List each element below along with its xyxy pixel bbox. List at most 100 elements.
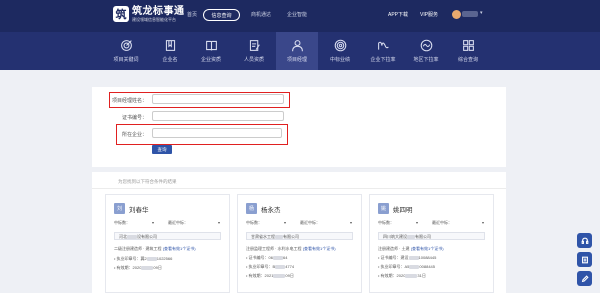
valid-row: • 有效期：2020 31日 [378, 273, 426, 278]
category-company-qualification[interactable]: 企业资质 [190, 32, 232, 70]
category-winning-bids[interactable]: 中标业绩 [319, 32, 361, 70]
nav-home[interactable]: 首页 [187, 11, 197, 18]
view-certs-link[interactable]: (查看有效1个证书) [163, 246, 196, 251]
m-wave-icon [377, 41, 389, 50]
chevron-down-icon[interactable]: ▾ [480, 10, 483, 16]
person-card[interactable]: 刘 刘春华 中标数： ▾ 最近中标： ▾ 河北 设有限公司 二级注册建造师 · 建… [105, 194, 230, 293]
nav-info-query[interactable]: 信息查询 [203, 9, 240, 21]
valid-row: • 有效期：2021 09日 [246, 273, 294, 278]
customer-service-button[interactable] [577, 233, 592, 248]
view-certs-link[interactable]: (查看有效1个证书) [303, 246, 336, 251]
redacted-text [146, 256, 157, 261]
company-box: 河北 设有限公司 [114, 232, 221, 240]
category-company-rate[interactable]: 企业下拉率 [362, 32, 404, 70]
document-pen-icon [249, 40, 260, 51]
redacted-text [408, 255, 419, 260]
cert-input[interactable] [152, 111, 284, 121]
category-region-rate[interactable]: 地区下拉率 [405, 32, 447, 70]
chevron-down-icon[interactable]: ▾ [284, 220, 286, 225]
redacted-text [273, 273, 286, 278]
redacted-text [405, 273, 418, 278]
company-box: 甘肃省水工程 有限公司 [246, 232, 353, 240]
category-company-name[interactable]: 企业名 [149, 32, 191, 70]
redacted-text [127, 234, 137, 239]
person-avatar: 姚 [378, 203, 389, 214]
company-input[interactable] [152, 128, 282, 138]
redacted-text [407, 234, 415, 239]
target-icon [120, 40, 132, 51]
grid-icon [462, 40, 474, 51]
query-button[interactable]: 查询 [152, 145, 172, 154]
person-name[interactable]: 姚四明 [393, 204, 413, 214]
top-navigation-bar: 筑 筑龙标事通 建设领域信息智能化平台 首页 信息查询 商机通达 企业智能 AP… [0, 0, 600, 32]
valid-row: • 有效期：2020 09日 [114, 265, 162, 270]
category-personnel-qualification[interactable]: 人员资质 [233, 32, 275, 70]
person-name[interactable]: 杨永杰 [261, 204, 281, 214]
redacted-text [409, 264, 420, 269]
nav-enterprise[interactable]: 企业智能 [287, 11, 307, 18]
wave-circle-icon [420, 39, 432, 52]
person-avatar: 杨 [246, 203, 257, 214]
category-label: 人员资质 [243, 57, 264, 63]
person-avatar: 刘 [114, 203, 125, 214]
redacted-text [275, 264, 286, 269]
person-card[interactable]: 杨 杨永杰 中标数： ▾ 最近中标： ▾ 甘肃省水工程 有限公司 注册监理工程师 … [237, 194, 362, 293]
category-label: 企业名 [162, 57, 178, 63]
person-card[interactable]: 姚 姚四明 中标数： ▾ 最近中标： ▾ 四川筑大建设 有限公司 注册建造师 · … [369, 194, 494, 293]
pen-icon [581, 274, 589, 282]
recent-bid-label: 最近中标： [432, 220, 452, 225]
name-label: 项目经理姓名： [111, 98, 147, 104]
category-project-manager[interactable]: 项目经理 [276, 32, 318, 70]
divider [92, 188, 506, 189]
redacted-text [272, 255, 283, 260]
cert-type-row: 注册监理工程师 · 水利水电工程 (查看有效1个证书) [246, 246, 336, 251]
category-project-keyword[interactable]: 项目关键词 [105, 32, 147, 70]
vip-service-link[interactable]: VIP服务 [420, 11, 438, 18]
category-label: 项目经理 [286, 57, 307, 63]
bid-count-label: 中标数： [246, 220, 262, 225]
results-title: 为您找到以下符合条件的结果 [118, 179, 177, 184]
recent-bid-label: 最近中标： [168, 220, 188, 225]
chevron-down-icon[interactable]: ▾ [416, 220, 418, 225]
category-label: 中标业绩 [329, 57, 350, 63]
headset-icon [581, 237, 588, 244]
cert-label: 证书编号： [121, 115, 147, 121]
concentric-circles-icon [334, 39, 346, 52]
category-bar: 项目关键词 企业名 企业资质 人员资质 项目经理 中标业绩 企业下拉率 地区下拉… [0, 32, 600, 70]
exec-row: • 执业印章号：A5 0088445 [378, 264, 435, 269]
nav-business[interactable]: 商机通达 [251, 11, 271, 18]
company-box: 四川筑大建设 有限公司 [378, 232, 485, 240]
document-icon [581, 256, 588, 263]
view-certs-link[interactable]: (查看有效1个证书) [411, 246, 444, 251]
recent-bid-label: 最近中标： [300, 220, 320, 225]
person-icon [291, 40, 303, 52]
cert-type-row: 注册建造师 · 土建 (查看有效1个证书) [378, 246, 444, 251]
app-download-link[interactable]: APP下载 [388, 11, 408, 18]
exec-row: • 执业印章号：B 4774 [246, 264, 295, 269]
category-label: 地区下拉率 [413, 57, 439, 63]
edit-button[interactable] [577, 271, 592, 286]
category-label: 项目关键词 [113, 57, 139, 63]
chevron-down-icon[interactable]: ▾ [152, 220, 154, 225]
cert-type-row: 二级注册建造师 · 建筑工程 (查看有效1个证书) [114, 246, 196, 251]
chevron-down-icon[interactable]: ▾ [482, 220, 484, 225]
user-avatar[interactable] [452, 10, 461, 19]
logo-subtitle: 建设领域信息智能化平台 [132, 17, 176, 22]
book-icon [205, 40, 217, 51]
redacted-text [275, 234, 283, 239]
logo-mark: 筑 [113, 6, 129, 22]
redacted-text [141, 265, 154, 270]
chevron-down-icon[interactable]: ▾ [350, 220, 352, 225]
company-label: 所在企业： [121, 132, 147, 138]
category-combined-query[interactable]: 综合查询 [447, 32, 489, 70]
bid-count-label: 中标数： [378, 220, 394, 225]
category-label: 企业资质 [200, 57, 221, 63]
username-redacted[interactable] [462, 11, 478, 17]
name-input[interactable] [152, 94, 284, 104]
person-name[interactable]: 刘春华 [129, 204, 149, 214]
feedback-button[interactable] [577, 252, 592, 267]
chevron-down-icon[interactable]: ▾ [218, 220, 220, 225]
logo-title: 筑龙标事通 [132, 6, 185, 17]
category-label: 企业下拉率 [370, 57, 396, 63]
logo[interactable]: 筑 筑龙标事通 建设领域信息智能化平台 [113, 6, 185, 22]
